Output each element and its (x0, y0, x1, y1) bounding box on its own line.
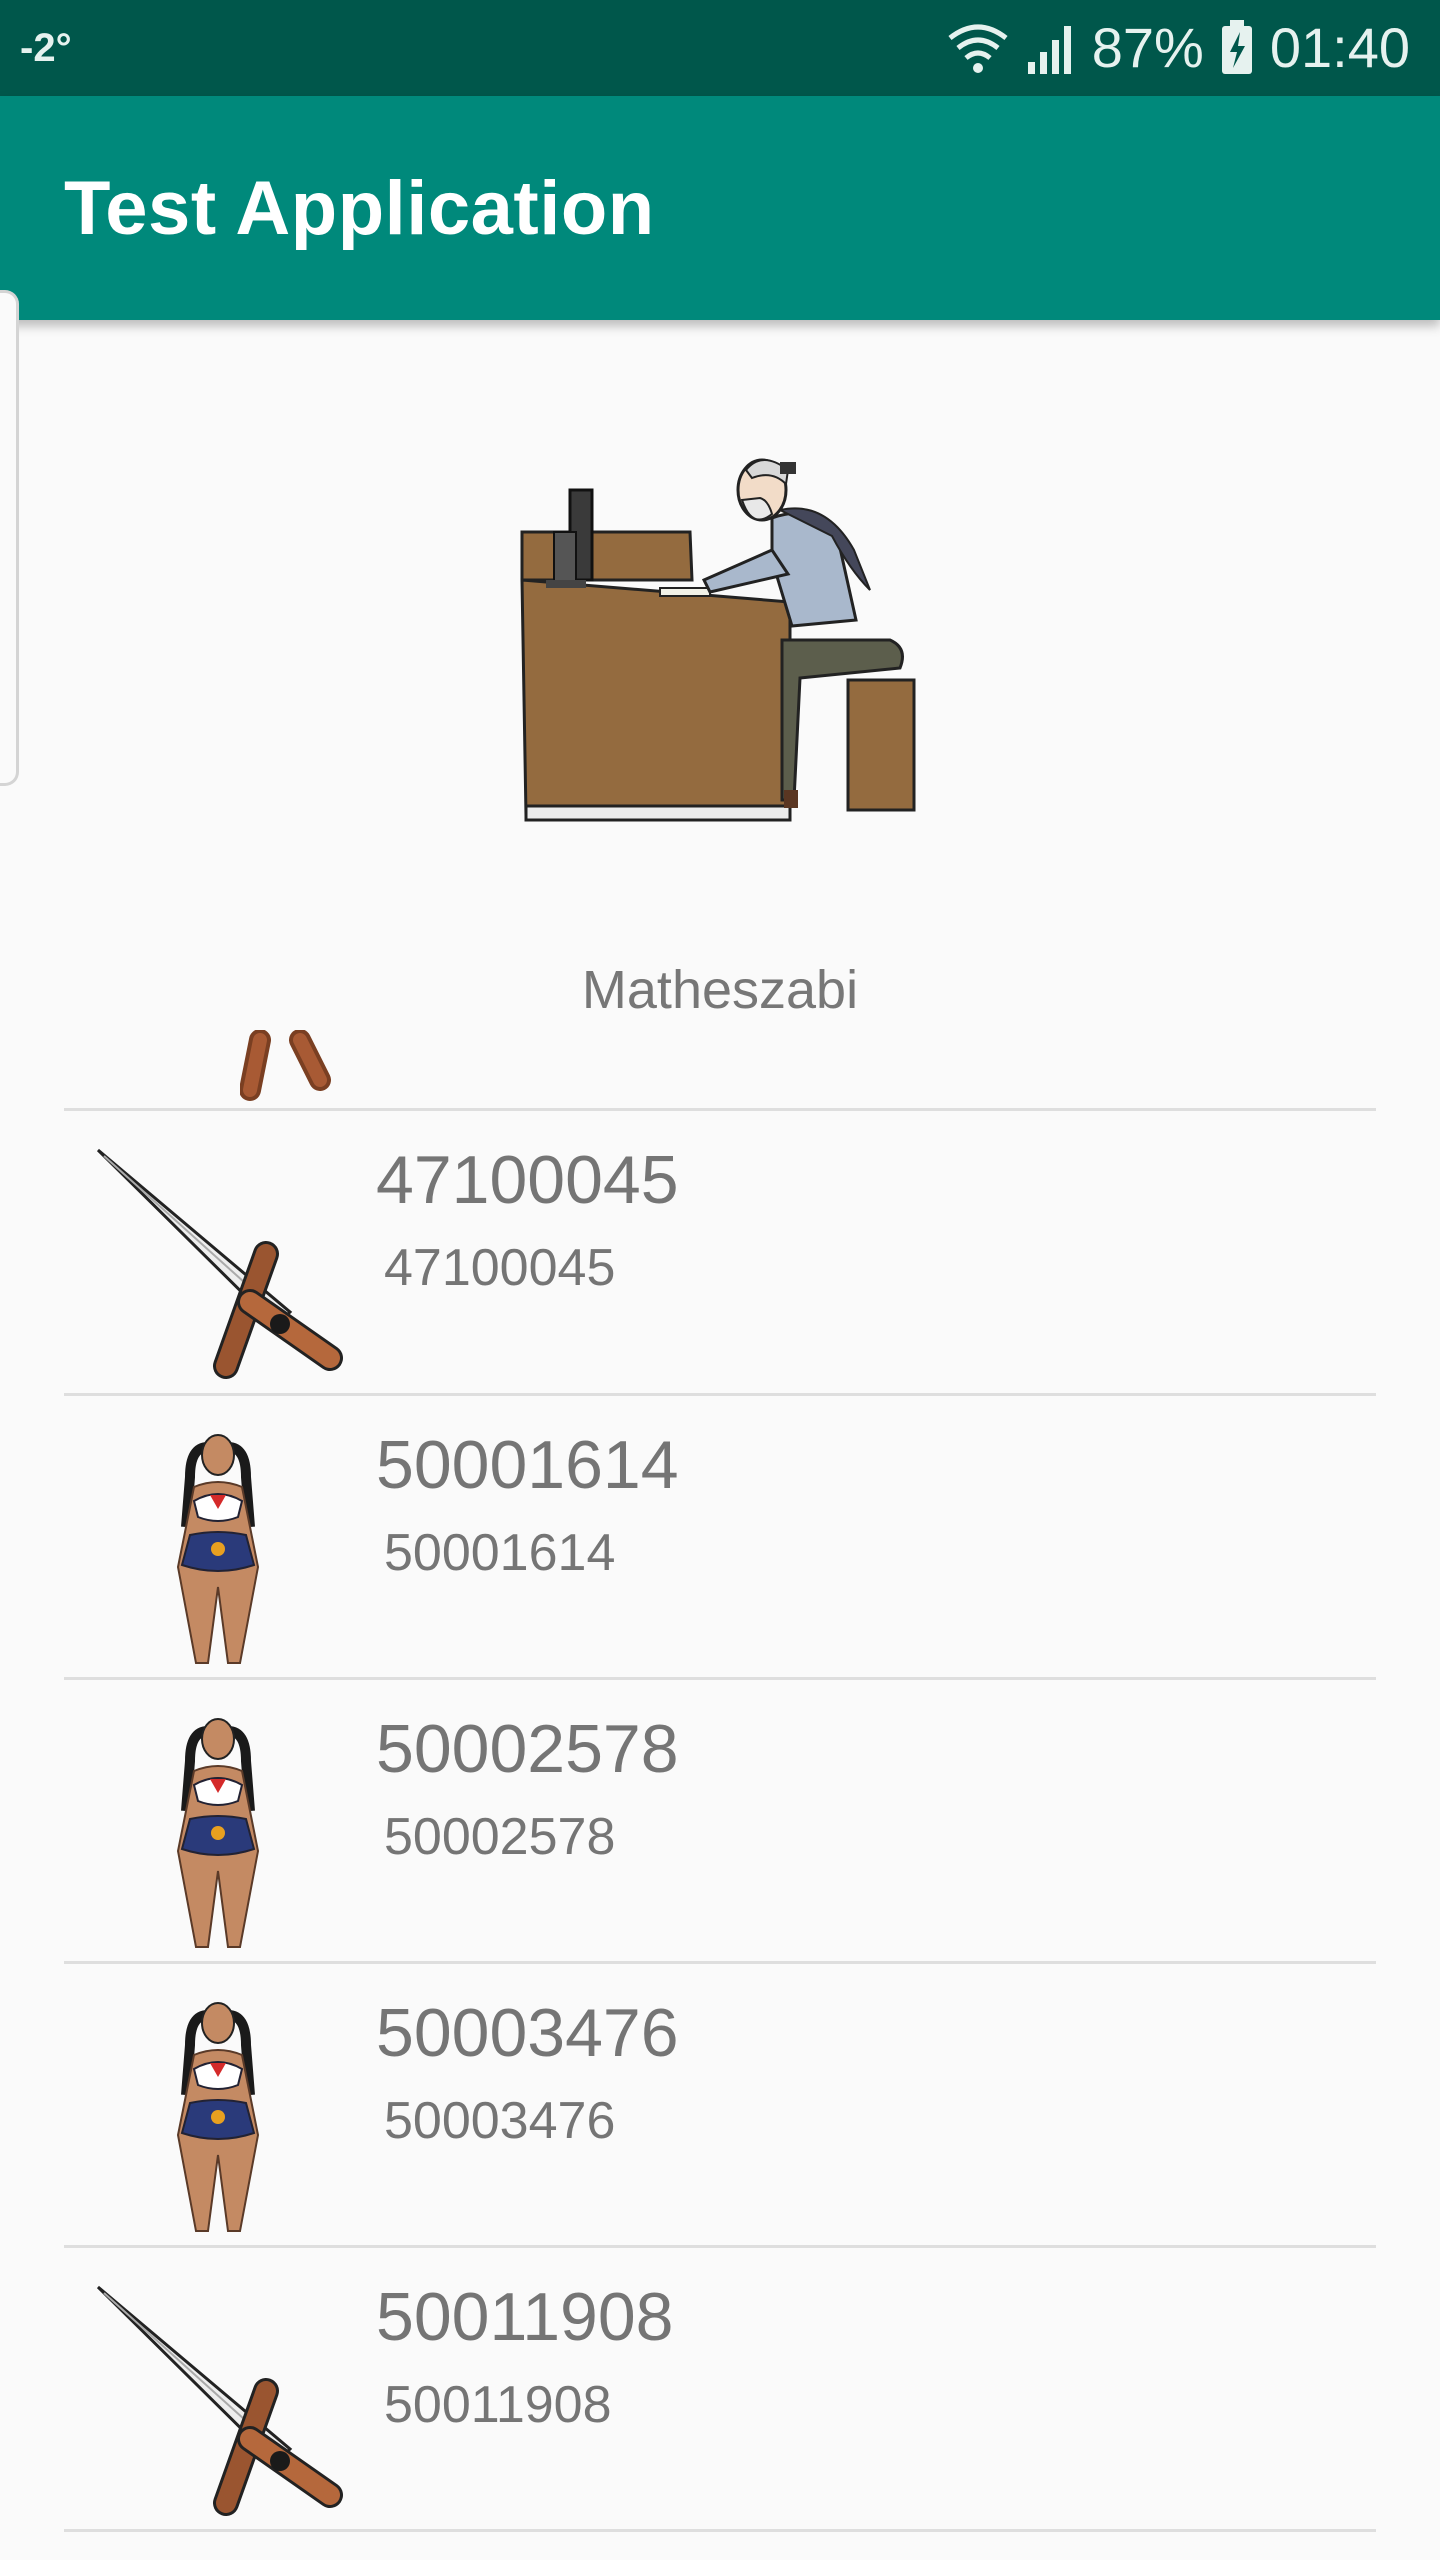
list-item[interactable]: 50002578 50002578 (0, 1681, 1440, 1965)
item-subtitle: 50003476 (384, 2092, 616, 2150)
edge-panel-handle[interactable] (0, 290, 19, 786)
list-divider (64, 1393, 1376, 1396)
wifi-icon (946, 20, 1010, 76)
list-divider (64, 2529, 1376, 2532)
status-icons: 87% 01:40 (946, 16, 1410, 80)
list-divider (64, 1677, 1376, 1680)
header-name: Matheszabi (581, 960, 859, 1020)
item-title: 50011908 (376, 2279, 674, 2355)
list-divider (64, 1961, 1376, 1964)
status-bar: -2° 87% 01:40 (0, 0, 1440, 96)
list-divider (64, 1108, 1376, 1111)
sword-icon (239, 1029, 360, 1120)
item-subtitle: 50002578 (384, 1808, 616, 1866)
item-title: 50003476 (376, 1995, 679, 2071)
woman-figure-icon (90, 1985, 350, 2235)
woman-figure-icon (90, 1417, 350, 1667)
woman-figure-icon (90, 1701, 350, 1951)
app-title: Test Application (64, 166, 655, 251)
temperature-indicator: -2° (20, 26, 72, 70)
list-item[interactable]: 47100045 47100045 (0, 1112, 1440, 1396)
item-subtitle: 50001614 (384, 1524, 616, 1582)
battery-percent: 87% (1091, 16, 1204, 79)
item-title: 50002578 (376, 1711, 679, 1787)
signal-icon (1026, 22, 1076, 74)
sword-icon (90, 2269, 350, 2519)
item-subtitle: 47100045 (384, 1239, 616, 1297)
list-item[interactable]: 50001614 50001614 (0, 1397, 1440, 1681)
clock: 01:40 (1269, 16, 1410, 79)
app-bar: Test Application (0, 96, 1440, 320)
sword-icon (90, 1132, 350, 1382)
item-subtitle: 50011908 (384, 2376, 612, 2434)
header-illustration (510, 440, 930, 840)
battery-charging-icon (1220, 20, 1254, 76)
item-title: 47100045 (376, 1142, 679, 1218)
list-item[interactable]: 50011908 50011908 (0, 2249, 1440, 2533)
list-item[interactable]: 50003476 50003476 (0, 1965, 1440, 2249)
item-title: 50001614 (376, 1427, 679, 1503)
list-divider (64, 2245, 1376, 2248)
